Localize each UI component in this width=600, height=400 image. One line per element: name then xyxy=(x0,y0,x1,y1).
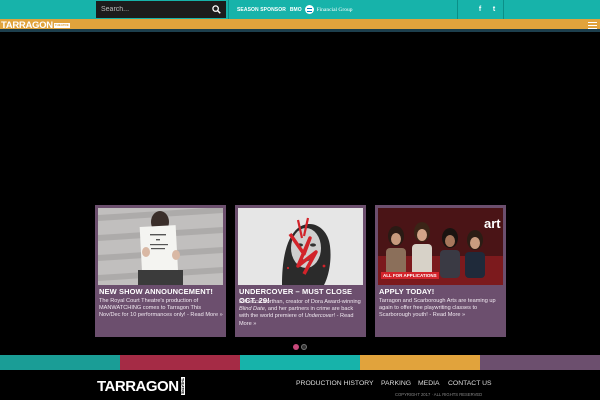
footer-logo[interactable]: TARRAGON THEATRE xyxy=(97,377,185,396)
twitter-icon[interactable]: t xyxy=(487,0,501,19)
nav-bar xyxy=(0,19,600,32)
season-sponsor[interactable]: SEASON SPONSOR BMO Financial Group xyxy=(237,0,353,19)
footer-logo-text: TARRAGON xyxy=(97,377,179,395)
search-icon[interactable] xyxy=(212,5,221,14)
card-description[interactable]: Rebecca Northan, creator of Dora Award-w… xyxy=(239,299,364,328)
card-title[interactable]: Apply today! xyxy=(379,287,503,296)
logo-text: TARRAGON xyxy=(1,20,53,31)
carousel-dot-1[interactable] xyxy=(293,344,299,350)
footer-link-production-history[interactable]: PRODUCTION HISTORY xyxy=(296,380,374,387)
footer-link-contact-us[interactable]: CONTACT US xyxy=(448,380,492,387)
undercover-image xyxy=(238,208,363,285)
sponsor-name: Financial Group xyxy=(316,6,353,13)
footer-link-parking[interactable]: PARKING xyxy=(381,380,411,387)
color-stripes xyxy=(0,355,600,370)
card-description[interactable]: Tarragon and Scarborough Arts are teamin… xyxy=(379,298,504,320)
divider xyxy=(503,0,504,19)
news-card-3[interactable]: art ALL FOR APPLICATIONS Apply today! Ta… xyxy=(375,205,506,337)
sponsor-label: SEASON SPONSOR xyxy=(237,6,286,13)
search-input[interactable] xyxy=(96,1,208,18)
logo-tag: THEATRE xyxy=(53,23,70,28)
news-card-2[interactable]: Undercover – Must close Oct. 29! Rebecca… xyxy=(235,205,366,337)
desc-emphasis: Undercover xyxy=(304,313,334,320)
divider xyxy=(228,0,229,19)
manwatching-image xyxy=(98,208,223,285)
card-title[interactable]: New show announcement! xyxy=(99,287,223,296)
divider xyxy=(457,0,458,19)
top-bar: SEASON SPONSOR BMO Financial Group f t xyxy=(0,0,600,19)
desc-text: Rebecca Northan, creator of Dora Award-w… xyxy=(239,299,361,305)
carousel-dot-2[interactable] xyxy=(301,344,307,350)
bmo-logo-icon xyxy=(304,5,314,14)
news-card-1[interactable]: New show announcement! The Royal Court T… xyxy=(95,205,226,337)
copyright: COPYRIGHT 2017 · ALL RIGHTS RESERVED xyxy=(395,392,483,397)
card-description[interactable]: The Royal Court Theatre's production of … xyxy=(99,298,224,320)
sponsor-bank: BMO xyxy=(289,6,302,13)
desc-emphasis: Blind Date xyxy=(239,306,265,313)
apply-today-image: art ALL FOR APPLICATIONS xyxy=(378,208,503,285)
hamburger-menu-icon[interactable] xyxy=(588,22,597,29)
header-logo[interactable]: TARRAGON THEATRE xyxy=(0,19,70,32)
applications-badge: ALL FOR APPLICATIONS xyxy=(381,272,439,279)
footer-link-media[interactable]: MEDIA xyxy=(418,380,440,387)
search-box xyxy=(96,1,226,18)
art-logo: art xyxy=(484,216,501,231)
facebook-icon[interactable]: f xyxy=(473,0,487,19)
footer-logo-tag: THEATRE xyxy=(180,377,185,396)
